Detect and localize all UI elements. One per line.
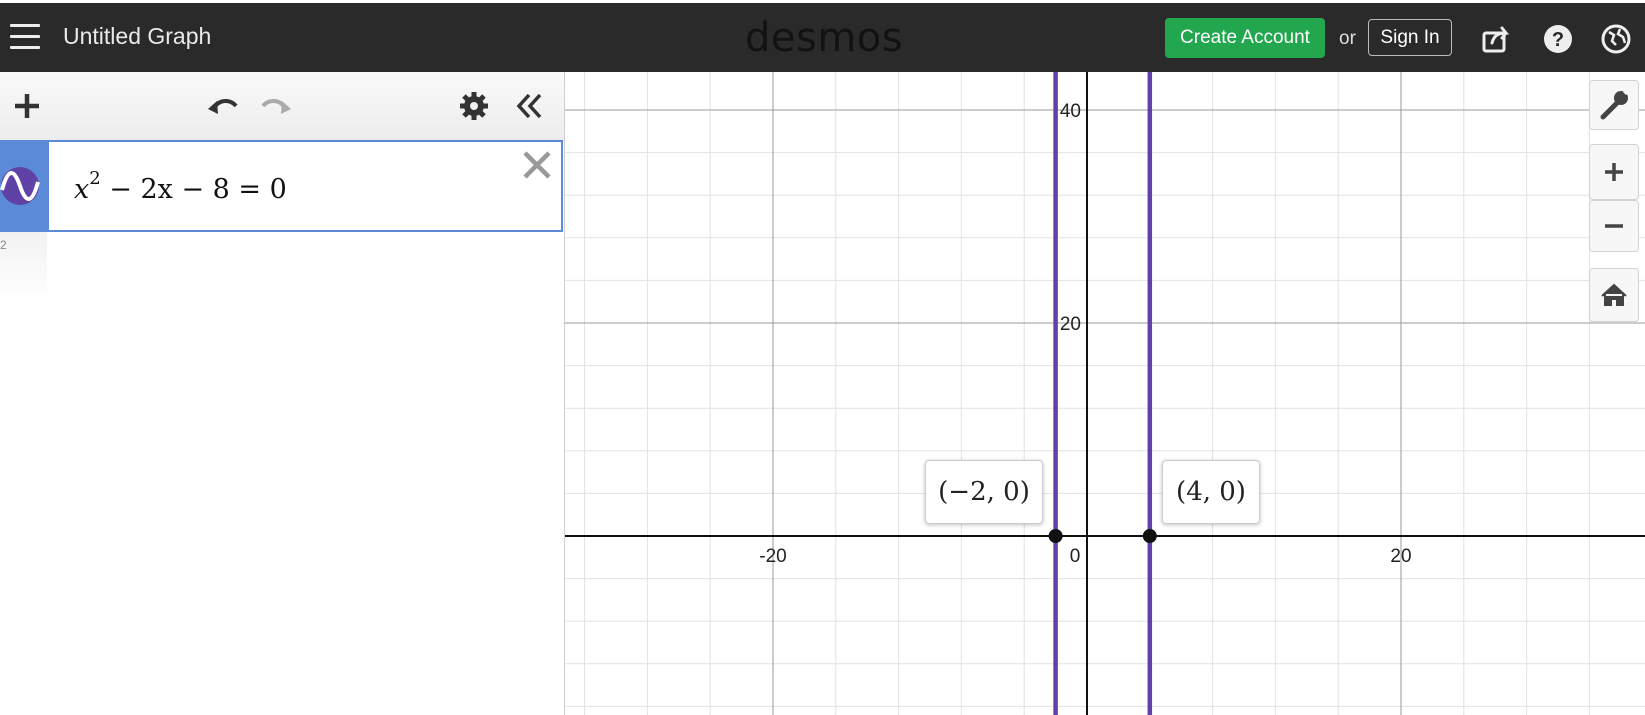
x-tick-label: 20 [1390,546,1411,567]
share-icon[interactable] [1480,23,1512,55]
y-tick-label: 40 [1060,101,1081,122]
expression-rest: − 2x − 8 = 0 [100,174,287,205]
graph-paper[interactable]: -20 0 20 20 40 (−2, 0) (4, 0) [565,72,1645,715]
tick-labels: -20 0 20 20 40 [759,101,1411,567]
expression-color-tab[interactable] [0,142,49,230]
help-icon[interactable]: ? [1542,23,1574,55]
collapse-icon[interactable] [512,89,546,123]
y-tick-label: 20 [1060,314,1081,335]
expression-exponent: 2 [89,168,101,189]
point-label-4-0[interactable]: (4, 0) [1162,460,1260,524]
home-icon [1601,283,1627,306]
expression-item[interactable]: x2 − 2x − 8 = 0 [0,140,563,232]
x-tick-label: 0 [1070,546,1081,567]
expression-index: 2 [0,238,7,252]
expression-base: x [74,174,90,205]
settings-icon[interactable] [457,89,491,123]
x-tick-label: -20 [759,546,786,567]
grid-minor [565,72,1645,715]
menu-icon[interactable] [10,24,40,50]
point-label-neg2-0[interactable]: (−2, 0) [925,460,1043,524]
create-account-button[interactable]: Create Account [1165,18,1325,58]
undo-icon[interactable] [205,89,239,123]
expression-toolbar [0,72,564,141]
curves [1053,72,1153,715]
graph-canvas[interactable]: -20 0 20 20 40 [565,72,1645,715]
zoom-in-icon [1605,163,1623,181]
zoom-in-button[interactable] [1589,144,1639,200]
axes [565,72,1645,715]
wrench-icon [1600,87,1631,120]
delete-expression-icon[interactable] [520,148,554,182]
graph-visibility-icon[interactable] [0,166,44,206]
desmos-logo: desmos [745,15,904,61]
redo-icon[interactable] [260,89,294,123]
top-bar: Untitled Graph desmos Create Account or … [0,0,1645,72]
default-viewport-button[interactable] [1589,268,1639,322]
intersection-point[interactable] [1048,529,1063,543]
intersection-point[interactable] [1142,529,1157,543]
sign-in-button[interactable]: Sign In [1368,19,1452,56]
empty-expression-tab[interactable]: 2 [0,232,47,304]
grid-major [565,72,1645,715]
or-text: or [1339,28,1356,49]
zoom-out-button[interactable] [1589,200,1639,252]
language-icon[interactable] [1600,23,1632,55]
expression-input[interactable]: x2 − 2x − 8 = 0 [74,168,287,205]
expression-list-panel: x2 − 2x − 8 = 0 2 [0,72,565,715]
graph-title[interactable]: Untitled Graph [63,23,211,50]
graph-settings-button[interactable] [1589,80,1639,130]
svg-text:?: ? [1552,29,1564,51]
zoom-out-icon [1605,224,1623,228]
add-icon[interactable] [10,89,44,123]
